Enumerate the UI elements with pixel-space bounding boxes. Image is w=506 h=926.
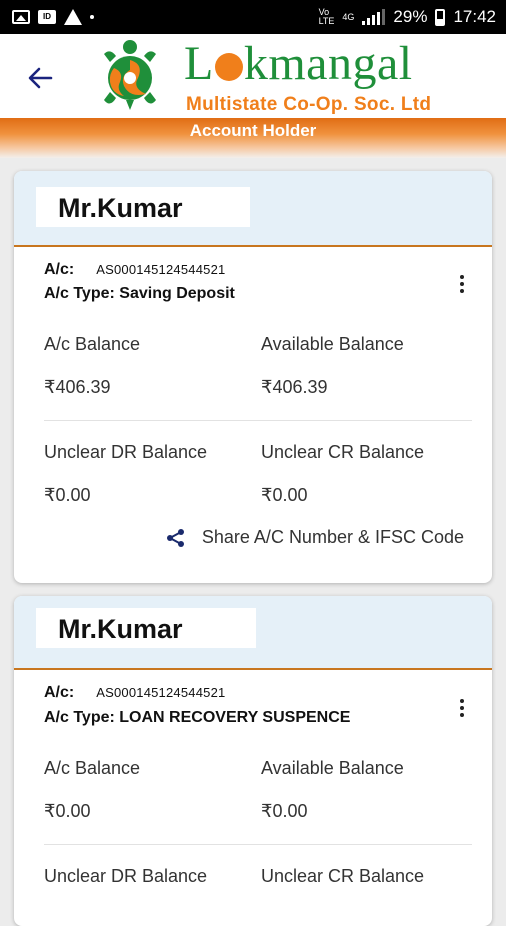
notification-dot-icon	[90, 15, 94, 19]
ac-balance-value: ₹0.00	[44, 801, 91, 821]
ac-balance-label: A/c Balance	[44, 334, 141, 354]
share-icon	[166, 528, 184, 547]
more-vert-icon	[460, 699, 464, 703]
brand-name: Lkmangal	[184, 37, 413, 90]
ac-balance-value: ₹406.39	[44, 377, 111, 397]
unclear-cr-value: ₹0.00	[261, 485, 308, 505]
divider	[44, 420, 472, 421]
share-label: Share A/C Number & IFSC Code	[201, 527, 464, 547]
back-arrow-icon	[28, 67, 53, 89]
account-card-header: Mr.Kumar	[14, 596, 492, 670]
account-card: Mr.Kumar A/c: AS000145124544521 A/c Type:…	[14, 171, 492, 583]
battery-icon	[435, 8, 446, 26]
unclear-dr-label: Unclear DR Balance	[44, 866, 208, 886]
network-type: 4G	[342, 11, 355, 22]
account-number-label: A/c:	[44, 261, 75, 278]
account-number-label: A/c:	[44, 684, 75, 701]
clock: 17:42	[453, 7, 496, 26]
sim-notification-icon: ID	[38, 10, 56, 24]
account-number-row: A/c: AS000145124544521	[44, 684, 225, 702]
account-type: LOAN RECOVERY SUSPENCE	[119, 709, 351, 726]
more-vert-icon	[460, 275, 464, 279]
account-type-row: A/c Type: Saving Deposit	[44, 285, 235, 303]
app-header: Lkmangal Multistate Co-Op. Soc. Ltd	[0, 34, 506, 118]
account-type-label: A/c Type:	[44, 285, 115, 302]
account-number-row: A/c: AS000145124544521	[44, 261, 225, 279]
account-type: Saving Deposit	[119, 285, 235, 302]
divider	[44, 844, 472, 845]
brand-subtitle: Multistate Co-Op. Soc. Ltd	[186, 94, 432, 115]
volte-icon: Vo LTE	[318, 7, 335, 26]
status-bar: ID Vo LTE 4G 29% 17:42	[0, 0, 506, 34]
account-type-label: A/c Type:	[44, 709, 115, 726]
more-options-button[interactable]	[454, 696, 470, 720]
available-balance-value: ₹406.39	[261, 377, 328, 397]
unclear-dr-label: Unclear DR Balance	[44, 442, 208, 462]
brand-o-dot	[214, 53, 243, 81]
available-balance-value: ₹0.00	[261, 801, 308, 821]
unclear-dr-value: ₹0.00	[44, 485, 91, 505]
ac-balance-label: A/c Balance	[44, 758, 141, 778]
available-balance-label: Available Balance	[261, 334, 404, 354]
gallery-notification-icon	[12, 10, 30, 24]
unclear-cr-label: Unclear CR Balance	[261, 866, 425, 886]
warning-icon	[64, 9, 82, 25]
available-balance-label: Available Balance	[261, 758, 404, 778]
holder-name: Mr.Kumar	[36, 608, 256, 648]
holder-name: Mr.Kumar	[36, 187, 250, 227]
share-account-button[interactable]: Share A/C Number & IFSC Code	[166, 527, 464, 548]
unclear-cr-label: Unclear CR Balance	[261, 442, 425, 462]
battery-percent: 29%	[393, 7, 428, 26]
more-options-button[interactable]	[454, 272, 470, 296]
page-title: Account Holder	[189, 121, 317, 140]
signal-icon	[362, 9, 386, 25]
account-number: AS000145124544521	[96, 685, 226, 700]
lokmangal-logo-icon	[104, 40, 156, 110]
back-button[interactable]	[20, 58, 60, 98]
account-number: AS000145124544521	[96, 262, 226, 277]
account-card: Mr.Kumar A/c: AS000145124544521 A/c Type:…	[14, 596, 492, 926]
account-card-header: Mr.Kumar	[14, 171, 492, 247]
account-type-row: A/c Type: LOAN RECOVERY SUSPENCE	[44, 709, 350, 727]
